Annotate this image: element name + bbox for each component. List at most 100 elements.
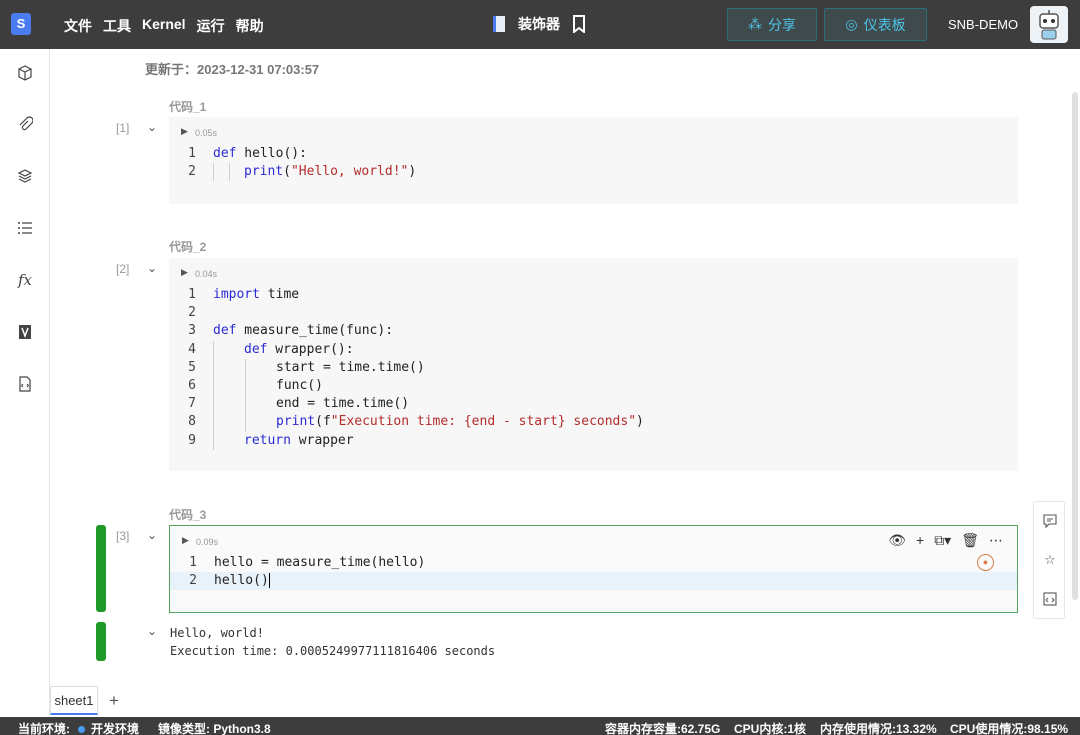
output-collapse-icon[interactable]: ⌄ <box>147 624 157 638</box>
env-value-wrap: 开发环境 <box>78 720 139 735</box>
variable-icon[interactable] <box>15 322 35 342</box>
menu-tools[interactable]: 工具 <box>103 16 131 36</box>
code-text: def measure_time(func): <box>213 322 393 340</box>
paperclip-icon[interactable] <box>15 114 35 134</box>
python-dropdown-icon[interactable]: ⧉▾ <box>934 532 951 549</box>
run-cell-2-icon[interactable]: ▶ <box>181 267 188 278</box>
sheet-bar: sheet1 + <box>50 686 119 715</box>
line-number: 7 <box>188 396 196 412</box>
code-line: 2 print("Hello, world!") <box>169 163 1018 182</box>
cell-1-code[interactable]: 1 def hello(): 2 print("Hello, world!") <box>169 145 1018 182</box>
file-code-icon[interactable] <box>15 374 35 394</box>
cell-3-label: 代码_3 <box>169 508 207 522</box>
code-rest: hello(): <box>236 146 307 161</box>
more-icon[interactable]: ⋯ <box>989 532 1003 549</box>
left-sidebar: fx <box>0 49 50 715</box>
bookmark-icon[interactable] <box>572 15 586 33</box>
code-rest: wrapper <box>290 432 354 448</box>
comment-icon[interactable] <box>1042 513 1058 529</box>
line-number: 5 <box>188 359 196 375</box>
code-line: 8 print(f"Execution time: {end - start} s… <box>169 413 1018 432</box>
dashboard-button[interactable]: ◎ 仪表板 <box>824 8 927 41</box>
code-text: end = time.time() <box>276 396 410 412</box>
code-text: import time <box>213 286 299 304</box>
eye-icon[interactable]: 👁 <box>888 532 906 549</box>
cell-2-exec-time: 0.04s <box>195 269 218 279</box>
cell-3-collapse-icon[interactable]: ⌄ <box>147 528 157 542</box>
cell-1-collapse-icon[interactable]: ⌄ <box>147 120 157 134</box>
code-line: 5 start = time.time() <box>169 358 1018 377</box>
line-number: 4 <box>188 341 196 357</box>
container-memory: 容器内存容量:62.75G <box>605 722 721 735</box>
embed-code-icon[interactable] <box>1042 591 1058 607</box>
share-label: 分享 <box>768 16 796 33</box>
code-punct: ) <box>636 414 644 430</box>
code-line: 6 func() <box>169 376 1018 396</box>
code-text: start = time.time() <box>276 359 425 375</box>
menu-run[interactable]: 运行 <box>197 16 225 36</box>
right-tool-panel: ☆ <box>1033 501 1065 619</box>
cell-output: Hello, world! Execution time: 0.00052499… <box>170 626 496 659</box>
share-button[interactable]: ⁂ 分享 <box>727 8 817 41</box>
menu-file[interactable]: 文件 <box>64 16 92 36</box>
trash-icon[interactable]: 🗑 <box>961 532 979 549</box>
list-icon[interactable] <box>15 218 35 238</box>
code-rest: time <box>259 287 300 302</box>
image-type: 镜像类型: Python3.8 <box>158 722 271 735</box>
add-sheet-button[interactable]: + <box>109 691 119 711</box>
menu-help[interactable]: 帮助 <box>236 16 264 36</box>
vertical-scrollbar[interactable] <box>1072 92 1078 600</box>
code-text: print("Hello, world!") <box>244 163 416 181</box>
document-title[interactable]: 装饰器 <box>518 14 560 34</box>
code-line: 7 end = time.time() <box>169 395 1018 414</box>
code-line: 2 <box>169 304 1018 322</box>
keyword: def <box>244 341 268 357</box>
status-bar: 当前环境: 开发环境 镜像类型: Python3.8 容器内存容量:62.75G… <box>0 717 1080 735</box>
star-icon[interactable]: ☆ <box>1042 552 1058 568</box>
function-icon[interactable]: fx <box>15 270 35 290</box>
add-icon[interactable]: + <box>916 532 924 549</box>
text-cursor <box>268 573 270 589</box>
line-number: 2 <box>188 164 196 180</box>
robot-avatar-icon <box>1039 10 1059 40</box>
app-logo[interactable]: S <box>11 13 31 35</box>
code-line: 3 def measure_time(func): <box>169 322 1018 340</box>
gauge-icon: ◎ <box>845 16 858 32</box>
code-cell-3[interactable]: ▶ 0.09s 👁 + ⧉▾ 🗑 ⋯ ● 1 hello = measure_ti… <box>169 525 1018 613</box>
layers-icon[interactable] <box>15 166 35 186</box>
code-cell-2[interactable]: ▶ 0.04s 1 import time 2 3 def measure_time… <box>169 258 1018 471</box>
cell-2-exec-count: [2] <box>116 262 130 276</box>
cell-3-code[interactable]: 1 hello = measure_time(hello) 2 hello() <box>170 554 1017 591</box>
string-literal: "Execution time: {end - start} seconds" <box>330 414 637 430</box>
menu-kernel[interactable]: Kernel <box>142 16 186 36</box>
line-number: 1 <box>188 146 196 161</box>
cell-1-exec-time: 0.05s <box>195 128 218 138</box>
top-bar: S 文件 工具 Kernel 运行 帮助 装饰器 ⁂ 分享 ◎ 仪表板 SNB-… <box>0 0 1080 49</box>
code-rest: hello() <box>214 573 269 589</box>
cell-2-collapse-icon[interactable]: ⌄ <box>147 261 157 275</box>
code-rest: measure_time(func): <box>236 323 394 339</box>
code-text: print(f"Execution time: {end - start} se… <box>276 413 644 431</box>
avatar[interactable] <box>1030 6 1068 43</box>
document-title-area: 装饰器 <box>493 14 586 34</box>
run-cell-1-icon[interactable]: ▶ <box>181 126 188 137</box>
line-number: 2 <box>188 305 196 321</box>
memory-usage: 内存使用情况:13.32% <box>820 722 937 735</box>
share-icon: ⁂ <box>748 16 762 32</box>
code-punct: ( <box>283 164 291 180</box>
sheet-tab[interactable]: sheet1 <box>50 686 98 715</box>
cell-1-label: 代码_1 <box>169 100 207 114</box>
cpu-cores: CPU内核:1核 <box>734 722 807 735</box>
code-text: hello() <box>214 572 270 590</box>
run-cell-3-icon[interactable]: ▶ <box>182 535 189 546</box>
code-line: 1 def hello(): <box>169 145 1018 163</box>
line-number: 1 <box>189 555 197 570</box>
env-label: 当前环境: <box>18 722 70 735</box>
code-line: 4 def wrapper(): <box>169 340 1018 359</box>
main-menu: 文件 工具 Kernel 运行 帮助 <box>64 16 275 36</box>
user-name[interactable]: SNB-DEMO <box>948 17 1018 32</box>
code-cell-1[interactable]: ▶ 0.05s 1 def hello(): 2 print("Hello, wor… <box>169 117 1018 204</box>
cube-icon[interactable] <box>15 63 35 83</box>
env-status-dot <box>78 726 85 734</box>
cell-2-code[interactable]: 1 import time 2 3 def measure_time(func): … <box>169 286 1018 450</box>
